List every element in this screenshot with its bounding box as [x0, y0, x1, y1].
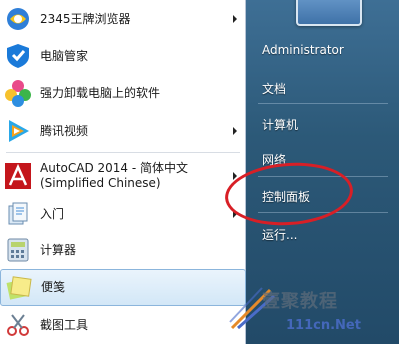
program-item-2345-browser[interactable]: 2345王牌浏览器 [0, 1, 246, 37]
user-avatar[interactable] [296, 0, 362, 26]
program-label-line2: (Simplified Chinese) [40, 176, 161, 190]
program-label: 便笺 [41, 280, 66, 294]
program-label: 2345王牌浏览器 [40, 11, 131, 26]
submenu-arrow-icon[interactable] [233, 210, 237, 218]
separator [258, 103, 388, 104]
sticky-notes-icon [3, 272, 35, 304]
browser-icon [2, 3, 34, 35]
link-control-panel[interactable]: 控制面板 [262, 188, 310, 205]
program-item-tencent-video[interactable]: 腾讯视频 [0, 113, 246, 149]
watermark-text: 壹聚教程 [262, 291, 338, 312]
link-documents[interactable]: 文档 [262, 80, 286, 97]
program-label: 电脑管家 [40, 48, 89, 63]
program-item-autocad[interactable]: AutoCAD 2014 - 简体中文 (Simplified Chinese) [0, 156, 246, 196]
separator [258, 176, 388, 177]
separator [6, 152, 240, 153]
separator [258, 212, 388, 213]
program-label: 计算器 [40, 242, 77, 257]
program-item-sticky-notes[interactable]: 便笺 [0, 269, 246, 306]
uninstall-icon [2, 77, 34, 109]
programs-pane: 2345王牌浏览器 电脑管家 强力卸载电脑上的软件 腾讯视频 AutoCAD 2… [0, 0, 246, 344]
link-run[interactable]: 运行... [262, 226, 297, 243]
program-item-calculator[interactable]: 计算器 [0, 232, 246, 268]
program-label-line1: AutoCAD 2014 - 简体中文 [40, 161, 189, 175]
calculator-icon [2, 234, 34, 266]
submenu-arrow-icon[interactable] [233, 15, 237, 23]
submenu-arrow-icon[interactable] [233, 172, 237, 180]
program-item-snipping-tool[interactable]: 截图工具 [0, 307, 246, 343]
submenu-arrow-icon[interactable] [233, 127, 237, 135]
program-label: AutoCAD 2014 - 简体中文 (Simplified Chinese) [40, 161, 188, 191]
shield-icon [2, 40, 34, 72]
link-administrator[interactable]: Administrator [262, 43, 344, 57]
program-item-uninstaller[interactable]: 强力卸载电脑上的软件 [0, 75, 246, 111]
snipping-tool-icon [2, 309, 34, 341]
link-computer[interactable]: 计算机 [262, 116, 298, 133]
program-item-getting-started[interactable]: 入门 [0, 196, 246, 232]
getting-started-icon [2, 198, 34, 230]
link-network[interactable]: 网络 [262, 151, 286, 168]
program-label: 腾讯视频 [40, 123, 89, 138]
autocad-icon [2, 160, 34, 192]
program-item-pc-manager[interactable]: 电脑管家 [0, 38, 246, 74]
program-label: 强力卸载电脑上的软件 [40, 85, 161, 100]
watermark-url: 111cn.Net [286, 318, 361, 333]
program-label: 入门 [40, 206, 65, 221]
program-label: 截图工具 [40, 317, 89, 332]
video-icon [2, 115, 34, 147]
